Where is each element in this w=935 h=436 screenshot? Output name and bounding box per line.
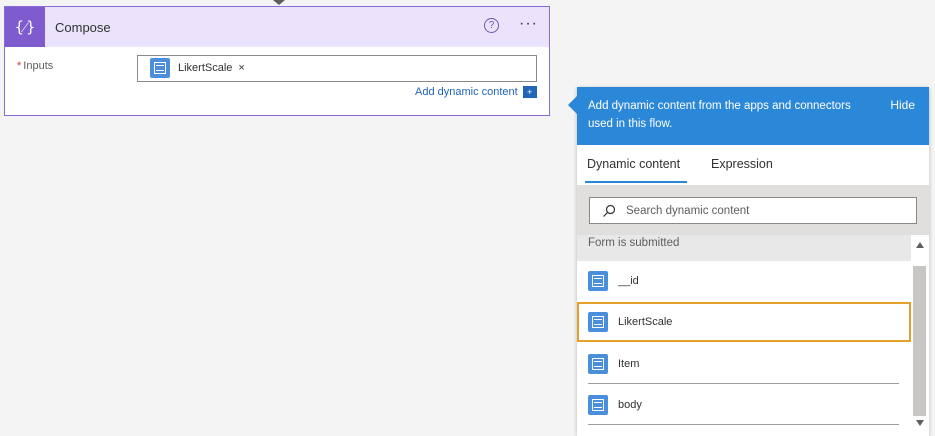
list-item-label: body bbox=[618, 399, 642, 411]
form-field-icon bbox=[588, 312, 608, 332]
inputs-label-text: Inputs bbox=[23, 60, 54, 72]
inputs-field[interactable]: LikertScale × bbox=[137, 55, 537, 82]
compose-braces-icon: {⁄} bbox=[5, 7, 45, 47]
flyout-pointer bbox=[568, 96, 577, 114]
add-dynamic-content-label[interactable]: Add dynamic content bbox=[415, 86, 518, 98]
form-field-icon bbox=[588, 354, 608, 374]
required-marker: * bbox=[17, 60, 22, 72]
hide-button[interactable]: Hide bbox=[890, 98, 915, 112]
list-item-label: __id bbox=[618, 275, 639, 287]
tab-expression[interactable]: Expression bbox=[711, 157, 773, 171]
add-dynamic-content-icon[interactable]: + bbox=[522, 86, 537, 98]
list-item-id[interactable]: __id bbox=[577, 261, 911, 301]
remove-token-icon[interactable]: × bbox=[238, 62, 244, 74]
flyout-header-text: Add dynamic content from the apps and co… bbox=[588, 100, 851, 130]
token-label: LikertScale bbox=[178, 62, 233, 74]
search-box[interactable] bbox=[589, 197, 917, 224]
tab-dynamic-content[interactable]: Dynamic content bbox=[587, 157, 680, 171]
form-field-icon bbox=[588, 395, 608, 415]
add-dynamic-content-link[interactable]: Add dynamic content + bbox=[415, 86, 537, 98]
help-icon[interactable]: ? bbox=[484, 18, 499, 33]
list-item-likertscale[interactable]: LikertScale bbox=[577, 302, 911, 342]
connector-arrow bbox=[273, 0, 285, 5]
list-item-item[interactable]: Item bbox=[577, 344, 911, 384]
likertscale-token[interactable]: LikertScale × bbox=[150, 58, 245, 78]
list-item-label: Item bbox=[618, 358, 640, 370]
search-icon bbox=[603, 204, 616, 217]
compose-action-card[interactable]: {⁄} Compose ? ··· * Inputs LikertScale × … bbox=[4, 6, 550, 116]
active-tab-indicator bbox=[585, 181, 687, 183]
list-separator bbox=[588, 424, 899, 425]
inputs-label: * Inputs bbox=[17, 60, 53, 72]
scroll-thumb[interactable] bbox=[913, 266, 926, 416]
section-header: Form is submitted bbox=[577, 235, 911, 261]
more-options-icon[interactable]: ··· bbox=[519, 15, 538, 33]
scroll-up-icon[interactable] bbox=[916, 242, 924, 248]
list-separator bbox=[588, 383, 899, 384]
search-input[interactable] bbox=[624, 203, 908, 218]
compose-title: Compose bbox=[55, 19, 111, 35]
flyout-header: Add dynamic content from the apps and co… bbox=[577, 87, 929, 145]
scroll-down-icon[interactable] bbox=[916, 420, 924, 426]
form-field-icon bbox=[588, 271, 608, 291]
list-scrollbar[interactable] bbox=[911, 235, 929, 436]
search-area bbox=[577, 185, 929, 235]
flyout-tabs: Dynamic content Expression bbox=[577, 145, 929, 185]
list-item-body[interactable]: body bbox=[577, 385, 911, 425]
list-item-label: LikertScale bbox=[618, 316, 673, 328]
compose-header[interactable]: {⁄} Compose ? ··· bbox=[5, 7, 549, 47]
dynamic-content-flyout: Add dynamic content from the apps and co… bbox=[568, 87, 929, 436]
dynamic-content-list: Form is submitted __id LikertScale Item … bbox=[577, 235, 929, 436]
form-field-icon bbox=[150, 58, 170, 78]
